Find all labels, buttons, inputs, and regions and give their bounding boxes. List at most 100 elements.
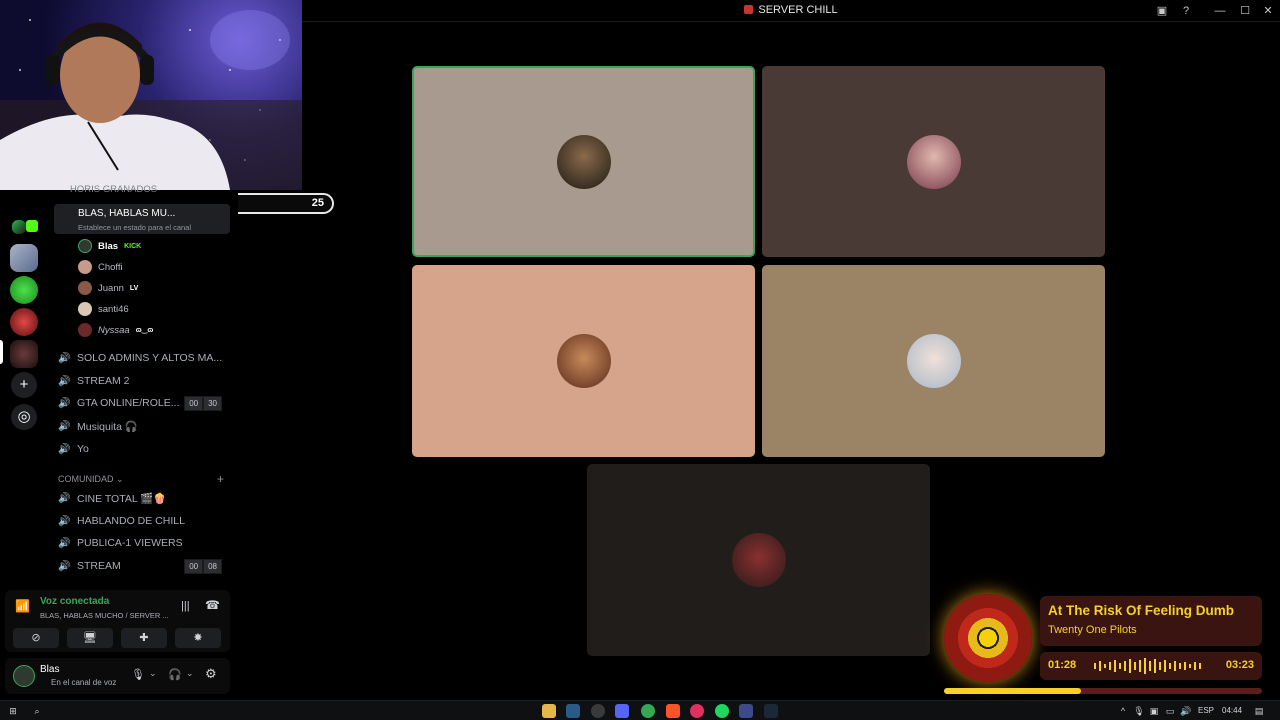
- user-limit: 08: [203, 558, 222, 574]
- activities-button[interactable]: ✚: [121, 628, 167, 648]
- chevron-down-icon: ⌄: [116, 474, 124, 484]
- microphone-icon[interactable]: 🎙: [1132, 704, 1146, 718]
- voice-user-juann[interactable]: Juann LV: [78, 279, 138, 297]
- webcam-feed: [0, 10, 302, 190]
- channel-name: GTA ONLINE/ROLE...: [77, 397, 180, 409]
- start-menu-icon[interactable]: ⊞: [6, 704, 20, 718]
- user-count: 00: [184, 395, 204, 411]
- file-explorer-icon[interactable]: [542, 704, 556, 718]
- voice-channel-gta-online[interactable]: 🔊 GTA ONLINE/ROLE... 00 30: [58, 393, 230, 413]
- camera-off-button[interactable]: ⊘: [13, 628, 59, 648]
- voice-channel-yo[interactable]: 🔊 Yo: [58, 439, 230, 459]
- voice-status[interactable]: Voz conectada: [40, 596, 109, 607]
- channel-name: CINE TOTAL 🎬🍿: [77, 492, 167, 505]
- minimize-button[interactable]: —: [1212, 3, 1228, 19]
- chevron-down-icon[interactable]: ⌄: [149, 668, 157, 679]
- channel-name: SOLO ADMINS Y ALTOS MA...: [77, 352, 223, 364]
- server-icon-twitch[interactable]: [26, 220, 38, 232]
- add-channel-icon[interactable]: +: [217, 472, 224, 486]
- set-status-hint[interactable]: Establece un estado para el canal: [78, 223, 191, 232]
- server-icon-1[interactable]: [10, 244, 38, 272]
- video-tile[interactable]: [412, 265, 755, 457]
- category-name: COMUNIDAD: [58, 474, 114, 484]
- chrome-icon[interactable]: [641, 704, 655, 718]
- voice-user-blas[interactable]: Blas KICK: [78, 237, 141, 255]
- steam-icon[interactable]: [566, 704, 580, 718]
- speaker-icon: 🔊: [58, 560, 71, 572]
- user-panel: Blas En el canal de voz 🎙 ⌄ 🎧 ⌄ ⚙: [5, 658, 230, 694]
- participant-avatar: [556, 334, 611, 388]
- speaker-icon: 🔊: [58, 492, 71, 504]
- voice-channel-publica[interactable]: 🔊 PUBLICA-1 VIEWERS: [58, 533, 230, 553]
- screen-share-button[interactable]: 🖥: [67, 628, 113, 648]
- server-icon-server-chill[interactable]: [10, 340, 38, 368]
- settings-gear-icon[interactable]: ⚙: [205, 666, 217, 682]
- song-progress-bar: [944, 688, 1262, 694]
- search-icon[interactable]: ⌕: [30, 704, 44, 718]
- song-time: 01:28 03:23: [1040, 652, 1262, 680]
- user-avatar[interactable]: [13, 665, 35, 687]
- notifications-icon[interactable]: ▤: [1252, 704, 1266, 718]
- voice-channel-hablando-de-chill[interactable]: 🔊 HABLANDO DE CHILL: [58, 511, 230, 531]
- voice-connection-panel: 📶 Voz conectada BLAS, HABLAS MUCHO / SER…: [5, 590, 230, 652]
- voice-user-choffi[interactable]: Choffi: [78, 258, 123, 276]
- song-info: At The Risk Of Feeling Dumb Twenty One P…: [1040, 596, 1262, 646]
- kick-badge: KICK: [124, 242, 142, 250]
- active-voice-channel[interactable]: BLAS, HABLAS MU... Establece un estado p…: [54, 204, 230, 234]
- user-count: 00: [184, 558, 204, 574]
- video-tile[interactable]: [587, 464, 930, 656]
- server-icon-2[interactable]: [10, 308, 38, 336]
- voice-location[interactable]: BLAS, HABLAS MUCHO / SERVER ...: [40, 611, 169, 620]
- headphones-icon[interactable]: 🎧: [168, 668, 182, 681]
- avatar: [78, 281, 92, 295]
- user-name[interactable]: Blas: [40, 664, 59, 675]
- category-comunidad[interactable]: COMUNIDAD ⌄: [58, 474, 124, 485]
- video-tile[interactable]: [762, 66, 1105, 257]
- soundboard-button[interactable]: ✸: [175, 628, 221, 648]
- voice-channel-stream[interactable]: 🔊 STREAM 00 08: [58, 556, 230, 576]
- network-icon[interactable]: ▭: [1163, 704, 1177, 718]
- chevron-up-icon[interactable]: ^: [1116, 704, 1130, 718]
- user-limit: 30: [203, 395, 222, 411]
- spotify-icon[interactable]: [715, 704, 729, 718]
- screen-share-icon[interactable]: ▣: [1154, 3, 1170, 19]
- close-button[interactable]: ✕: [1260, 3, 1276, 19]
- user-tag: ɷ‿ɷ: [135, 327, 154, 334]
- voice-channel-musiquita[interactable]: 🔊 Musiquita 🎧: [58, 416, 230, 436]
- keyboard-language[interactable]: ESP: [1198, 706, 1214, 715]
- server-icon-kick[interactable]: [12, 220, 26, 234]
- app-icon[interactable]: [739, 704, 753, 718]
- app-tray-icon[interactable]: ▣: [1147, 704, 1161, 718]
- voice-channel-stream-2[interactable]: 🔊 STREAM 2: [58, 371, 230, 391]
- avatar: [78, 323, 92, 337]
- voice-channel-solo-admins[interactable]: 🔊 SOLO ADMINS Y ALTOS MA...: [58, 348, 230, 368]
- help-icon[interactable]: ?: [1178, 3, 1194, 19]
- add-server-icon[interactable]: +: [11, 372, 37, 398]
- microphone-icon[interactable]: 🎙: [131, 668, 145, 681]
- video-tile-speaking[interactable]: [412, 66, 755, 257]
- voice-user-nyssaa[interactable]: Nyssaa ɷ‿ɷ: [78, 321, 153, 339]
- voice-user-santi46[interactable]: santi46: [78, 300, 129, 318]
- avatar: [78, 239, 92, 253]
- volume-icon[interactable]: 🔊: [1179, 704, 1193, 718]
- voice-channel-cine-total[interactable]: 🔊 CINE TOTAL 🎬🍿: [58, 488, 230, 508]
- speaker-icon: 🔊: [58, 397, 71, 409]
- elapsed-time: 01:28: [1048, 659, 1077, 671]
- disconnect-icon[interactable]: ☎: [205, 598, 220, 612]
- brave-icon[interactable]: [666, 704, 680, 718]
- discord-icon[interactable]: [615, 704, 629, 718]
- window-title: SERVER CHILL: [302, 4, 1280, 16]
- maximize-button[interactable]: ☐: [1237, 3, 1253, 19]
- chevron-down-icon[interactable]: ⌄: [186, 668, 194, 679]
- noise-suppression-icon[interactable]: |||: [181, 600, 190, 612]
- server-icon-frog[interactable]: [10, 276, 38, 304]
- steam-icon[interactable]: [764, 704, 778, 718]
- app-icon[interactable]: [591, 704, 605, 718]
- video-tile[interactable]: [762, 265, 1105, 457]
- now-playing-widget: At The Risk Of Feeling Dumb Twenty One P…: [938, 588, 1268, 698]
- active-server-indicator: [0, 340, 3, 364]
- voice-user-name: santi46: [98, 303, 129, 315]
- discover-icon[interactable]: ◎: [11, 404, 37, 430]
- media-player-icon[interactable]: [690, 704, 704, 718]
- clock[interactable]: 04:44: [1222, 706, 1242, 715]
